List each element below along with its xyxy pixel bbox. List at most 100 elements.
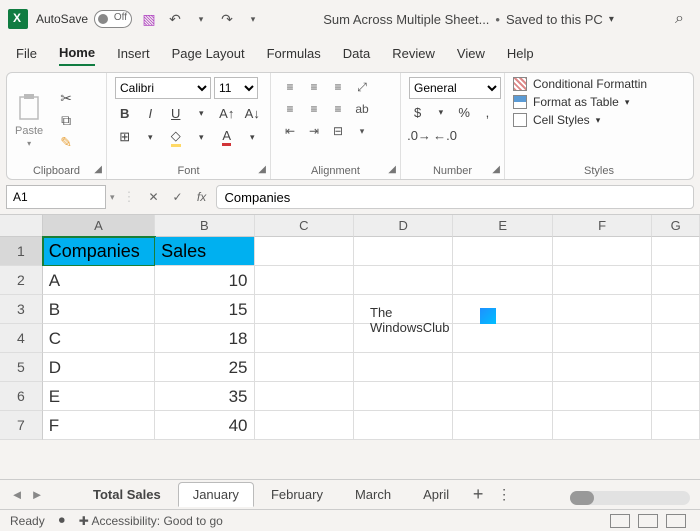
sheet-tab-february[interactable]: February (256, 482, 338, 507)
spreadsheet-grid[interactable]: ABCDEFG 1CompaniesSales2A103B154C185D256… (0, 214, 700, 440)
fill-dropdown[interactable]: ▾ (192, 127, 212, 147)
cell-D5[interactable] (354, 353, 453, 382)
cell-F2[interactable] (553, 266, 652, 295)
clipboard-launcher-icon[interactable]: ◢ (94, 164, 102, 175)
cell-F4[interactable] (553, 324, 652, 353)
cell-G4[interactable] (652, 324, 700, 353)
alignment-launcher-icon[interactable]: ◢ (388, 164, 396, 175)
cell-D6[interactable] (354, 382, 453, 411)
accessibility-status[interactable]: ✚ Accessibility: Good to go (79, 514, 223, 528)
increase-font-icon[interactable]: A↑ (217, 103, 237, 123)
cell-C5[interactable] (255, 353, 354, 382)
macro-icon[interactable]: ⏺ (59, 513, 65, 528)
cell-F1[interactable] (553, 237, 652, 266)
undo-icon[interactable]: ↶ (166, 10, 184, 28)
row-header-5[interactable]: 5 (0, 353, 43, 382)
save-icon[interactable]: ▧ (140, 10, 158, 28)
tab-review[interactable]: Review (392, 46, 435, 65)
cell-A1[interactable]: Companies (43, 237, 155, 266)
cell-E3[interactable] (453, 295, 552, 324)
comma-icon[interactable]: , (479, 102, 496, 122)
increase-indent-icon[interactable]: ⇥ (303, 121, 325, 141)
decrease-decimal-icon[interactable]: ←.0 (435, 125, 455, 145)
format-as-table-button[interactable]: Format as Table▾ (513, 95, 685, 109)
tab-file[interactable]: File (16, 46, 37, 65)
cancel-formula-icon[interactable]: ✕ (144, 190, 164, 204)
cell-A3[interactable]: B (43, 295, 155, 324)
borders-icon[interactable]: ⊞ (115, 127, 135, 147)
cell-C2[interactable] (255, 266, 354, 295)
paste-button[interactable]: Paste ▾ (15, 93, 43, 148)
cell-A2[interactable]: A (43, 266, 155, 295)
horizontal-scrollbar[interactable] (570, 491, 690, 505)
bold-button[interactable]: B (115, 103, 135, 123)
fill-color-icon[interactable]: ◇ (166, 127, 186, 147)
cell-C7[interactable] (255, 411, 354, 440)
sheet-prev-icon[interactable]: ◄ (8, 487, 26, 502)
conditional-formatting-button[interactable]: Conditional Formattin (513, 77, 685, 91)
increase-decimal-icon[interactable]: .0→ (409, 125, 429, 145)
name-box[interactable] (6, 185, 106, 209)
cell-A6[interactable]: E (43, 382, 155, 411)
cell-D7[interactable] (354, 411, 453, 440)
normal-view-icon[interactable] (610, 514, 630, 528)
borders-dropdown[interactable]: ▾ (141, 127, 161, 147)
cell-B7[interactable]: 40 (155, 411, 254, 440)
cell-B1[interactable]: Sales (155, 237, 254, 266)
tab-insert[interactable]: Insert (117, 46, 150, 65)
align-left-icon[interactable]: ≡ (279, 99, 301, 119)
cell-G7[interactable] (652, 411, 700, 440)
page-layout-view-icon[interactable] (638, 514, 658, 528)
cell-G2[interactable] (652, 266, 700, 295)
search-icon[interactable]: ⌕ (675, 10, 684, 28)
cell-D3[interactable] (354, 295, 453, 324)
cell-E5[interactable] (453, 353, 552, 382)
row-header-6[interactable]: 6 (0, 382, 43, 411)
column-header-A[interactable]: A (43, 215, 155, 237)
document-title[interactable]: Sum Across Multiple Sheet... • Saved to … (270, 12, 667, 27)
sheet-next-icon[interactable]: ► (28, 487, 46, 502)
underline-button[interactable]: U (166, 103, 186, 123)
cell-B6[interactable]: 35 (155, 382, 254, 411)
wrap-text-icon[interactable]: ab (351, 99, 373, 119)
undo-dropdown-icon[interactable]: ▾ (192, 10, 210, 28)
align-right-icon[interactable]: ≡ (327, 99, 349, 119)
merge-dropdown[interactable]: ▾ (351, 121, 373, 141)
tab-home[interactable]: Home (59, 45, 95, 66)
redo-dropdown-icon[interactable]: ▾ (244, 10, 262, 28)
align-center-icon[interactable]: ≡ (303, 99, 325, 119)
color-dropdown[interactable]: ▾ (243, 127, 263, 147)
cell-E1[interactable] (453, 237, 552, 266)
cell-C3[interactable] (255, 295, 354, 324)
underline-dropdown[interactable]: ▾ (192, 103, 212, 123)
currency-icon[interactable]: $ (409, 102, 426, 122)
cell-C1[interactable] (255, 237, 354, 266)
number-format-select[interactable]: General (409, 77, 501, 99)
cell-B2[interactable]: 10 (155, 266, 254, 295)
cell-C6[interactable] (255, 382, 354, 411)
cell-G1[interactable] (652, 237, 700, 266)
format-painter-icon[interactable]: ✎ (57, 134, 75, 150)
redo-icon[interactable]: ↷ (218, 10, 236, 28)
cell-F6[interactable] (553, 382, 652, 411)
row-header-3[interactable]: 3 (0, 295, 43, 324)
column-header-B[interactable]: B (155, 215, 254, 237)
merge-icon[interactable]: ⊟ (327, 121, 349, 141)
cell-E4[interactable] (453, 324, 552, 353)
cell-styles-button[interactable]: Cell Styles▾ (513, 113, 685, 127)
currency-dropdown[interactable]: ▾ (432, 102, 449, 122)
cell-B3[interactable]: 15 (155, 295, 254, 324)
cell-F7[interactable] (553, 411, 652, 440)
row-header-2[interactable]: 2 (0, 266, 43, 295)
cell-E6[interactable] (453, 382, 552, 411)
fx-icon[interactable]: fx (192, 190, 212, 204)
cell-B4[interactable]: 18 (155, 324, 254, 353)
sheet-tab-total-sales[interactable]: Total Sales (78, 482, 176, 507)
autosave-toggle[interactable]: AutoSave Off (36, 10, 132, 28)
tab-formulas[interactable]: Formulas (267, 46, 321, 65)
cut-icon[interactable]: ✂ (57, 90, 75, 106)
decrease-indent-icon[interactable]: ⇤ (279, 121, 301, 141)
column-header-D[interactable]: D (354, 215, 453, 237)
enter-formula-icon[interactable]: ✓ (168, 190, 188, 204)
copy-icon[interactable]: ⧉ (57, 112, 75, 128)
